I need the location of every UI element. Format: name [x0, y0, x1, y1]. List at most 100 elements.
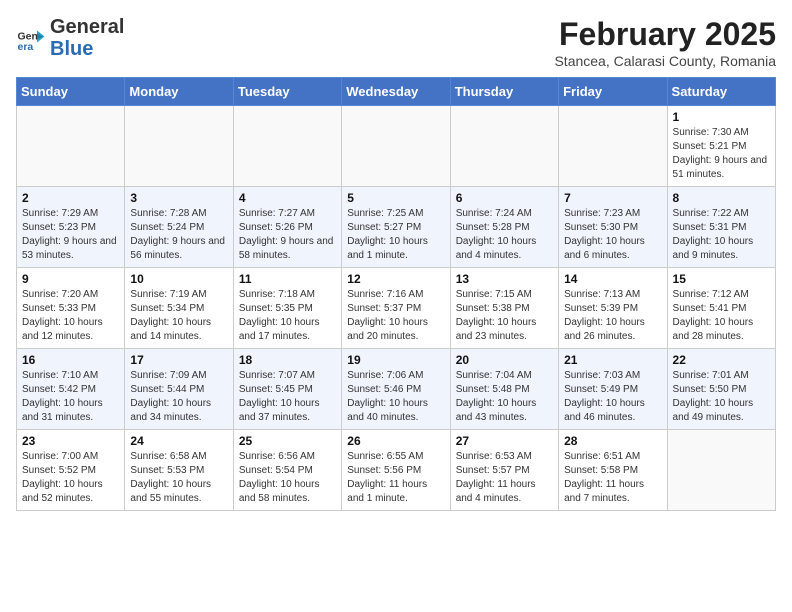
day-number: 9 [22, 272, 119, 286]
day-info: Sunrise: 6:53 AM Sunset: 5:57 PM Dayligh… [456, 450, 553, 506]
day-number: 8 [673, 191, 770, 205]
calendar-cell: 15 Sunrise: 7:12 AM Sunset: 5:41 PM Dayli… [667, 268, 775, 349]
logo-general: General [50, 16, 124, 38]
calendar-cell [17, 106, 125, 187]
weekday-header-monday: Monday [125, 78, 233, 106]
calendar-cell: 19 Sunrise: 7:06 AM Sunset: 5:46 PM Dayli… [342, 349, 450, 430]
day-info: Sunrise: 7:16 AM Sunset: 5:37 PM Dayligh… [347, 288, 444, 344]
weekday-header-tuesday: Tuesday [233, 78, 341, 106]
logo-blue: Blue [50, 38, 124, 60]
day-number: 24 [130, 434, 227, 448]
location: Stancea, Calarasi County, Romania [554, 53, 776, 69]
calendar-cell: 28 Sunrise: 6:51 AM Sunset: 5:58 PM Dayli… [559, 430, 667, 511]
day-number: 26 [347, 434, 444, 448]
day-number: 14 [564, 272, 661, 286]
day-number: 2 [22, 191, 119, 205]
calendar-cell: 25 Sunrise: 6:56 AM Sunset: 5:54 PM Dayli… [233, 430, 341, 511]
day-info: Sunrise: 7:25 AM Sunset: 5:27 PM Dayligh… [347, 207, 444, 263]
day-info: Sunrise: 7:10 AM Sunset: 5:42 PM Dayligh… [22, 369, 119, 425]
calendar-cell: 21Sunrise: 7:03 AM Sunset: 5:49 PM Dayli… [559, 349, 667, 430]
calendar-cell: 8 Sunrise: 7:22 AM Sunset: 5:31 PM Daylig… [667, 187, 775, 268]
logo-icon: Gen era [16, 23, 46, 53]
day-info: Sunrise: 7:00 AM Sunset: 5:52 PM Dayligh… [22, 450, 119, 506]
calendar-cell: 23 Sunrise: 7:00 AM Sunset: 5:52 PM Dayli… [17, 430, 125, 511]
calendar-cell: 17 Sunrise: 7:09 AM Sunset: 5:44 PM Dayli… [125, 349, 233, 430]
calendar-cell [559, 106, 667, 187]
calendar-cell: 10Sunrise: 7:19 AM Sunset: 5:34 PM Dayli… [125, 268, 233, 349]
calendar-week-row: 16 Sunrise: 7:10 AM Sunset: 5:42 PM Dayli… [17, 349, 776, 430]
calendar-week-row: 9 Sunrise: 7:20 AM Sunset: 5:33 PM Daylig… [17, 268, 776, 349]
weekday-header-sunday: Sunday [17, 78, 125, 106]
month-year: February 2025 [554, 16, 776, 53]
weekday-header-friday: Friday [559, 78, 667, 106]
day-number: 7 [564, 191, 661, 205]
day-number: 4 [239, 191, 336, 205]
day-info: Sunrise: 7:23 AM Sunset: 5:30 PM Dayligh… [564, 207, 661, 263]
calendar-cell: 13 Sunrise: 7:15 AM Sunset: 5:38 PM Dayli… [450, 268, 558, 349]
calendar-cell: 12 Sunrise: 7:16 AM Sunset: 5:37 PM Dayli… [342, 268, 450, 349]
calendar-cell: 24 Sunrise: 6:58 AM Sunset: 5:53 PM Dayli… [125, 430, 233, 511]
calendar-cell: 26 Sunrise: 6:55 AM Sunset: 5:56 PM Dayli… [342, 430, 450, 511]
day-number: 28 [564, 434, 661, 448]
svg-text:era: era [18, 41, 34, 53]
logo: Gen era General Blue [16, 16, 124, 60]
day-info: Sunrise: 6:55 AM Sunset: 5:56 PM Dayligh… [347, 450, 444, 506]
calendar-cell: 18 Sunrise: 7:07 AM Sunset: 5:45 PM Dayli… [233, 349, 341, 430]
day-info: Sunrise: 7:07 AM Sunset: 5:45 PM Dayligh… [239, 369, 336, 425]
day-info: Sunrise: 7:04 AM Sunset: 5:48 PM Dayligh… [456, 369, 553, 425]
calendar-body: 1Sunrise: 7:30 AM Sunset: 5:21 PM Daylig… [17, 106, 776, 511]
day-info: Sunrise: 6:56 AM Sunset: 5:54 PM Dayligh… [239, 450, 336, 506]
day-info: Sunrise: 7:22 AM Sunset: 5:31 PM Dayligh… [673, 207, 770, 263]
day-number: 13 [456, 272, 553, 286]
day-info: Sunrise: 7:28 AM Sunset: 5:24 PM Dayligh… [130, 207, 227, 263]
day-info: Sunrise: 7:13 AM Sunset: 5:39 PM Dayligh… [564, 288, 661, 344]
calendar-cell: 14 Sunrise: 7:13 AM Sunset: 5:39 PM Dayli… [559, 268, 667, 349]
day-number: 19 [347, 353, 444, 367]
calendar-cell: 22 Sunrise: 7:01 AM Sunset: 5:50 PM Dayli… [667, 349, 775, 430]
day-number: 6 [456, 191, 553, 205]
day-info: Sunrise: 7:06 AM Sunset: 5:46 PM Dayligh… [347, 369, 444, 425]
calendar-cell [667, 430, 775, 511]
day-number: 25 [239, 434, 336, 448]
day-info: Sunrise: 7:12 AM Sunset: 5:41 PM Dayligh… [673, 288, 770, 344]
calendar-header: SundayMondayTuesdayWednesdayThursdayFrid… [17, 78, 776, 106]
calendar-week-row: 2Sunrise: 7:29 AM Sunset: 5:23 PM Daylig… [17, 187, 776, 268]
day-number: 23 [22, 434, 119, 448]
title-block: February 2025 Stancea, Calarasi County, … [554, 16, 776, 69]
calendar-cell: 6 Sunrise: 7:24 AM Sunset: 5:28 PM Daylig… [450, 187, 558, 268]
calendar-cell [450, 106, 558, 187]
day-info: Sunrise: 7:01 AM Sunset: 5:50 PM Dayligh… [673, 369, 770, 425]
calendar-cell: 7 Sunrise: 7:23 AM Sunset: 5:30 PM Daylig… [559, 187, 667, 268]
day-number: 17 [130, 353, 227, 367]
day-info: Sunrise: 7:09 AM Sunset: 5:44 PM Dayligh… [130, 369, 227, 425]
calendar-week-row: 23 Sunrise: 7:00 AM Sunset: 5:52 PM Dayli… [17, 430, 776, 511]
calendar-cell: 5 Sunrise: 7:25 AM Sunset: 5:27 PM Daylig… [342, 187, 450, 268]
day-info: Sunrise: 7:20 AM Sunset: 5:33 PM Dayligh… [22, 288, 119, 344]
day-info: Sunrise: 6:51 AM Sunset: 5:58 PM Dayligh… [564, 450, 661, 506]
day-number: 12 [347, 272, 444, 286]
calendar-table: SundayMondayTuesdayWednesdayThursdayFrid… [16, 77, 776, 511]
day-number: 21 [564, 353, 661, 367]
logo-text: General Blue [50, 16, 124, 60]
calendar-cell: 20Sunrise: 7:04 AM Sunset: 5:48 PM Dayli… [450, 349, 558, 430]
day-info: Sunrise: 7:19 AM Sunset: 5:34 PM Dayligh… [130, 288, 227, 344]
weekday-header-wednesday: Wednesday [342, 78, 450, 106]
day-info: Sunrise: 7:15 AM Sunset: 5:38 PM Dayligh… [456, 288, 553, 344]
calendar-cell: 4Sunrise: 7:27 AM Sunset: 5:26 PM Daylig… [233, 187, 341, 268]
day-number: 22 [673, 353, 770, 367]
day-number: 11 [239, 272, 336, 286]
weekday-header-thursday: Thursday [450, 78, 558, 106]
calendar-cell: 9 Sunrise: 7:20 AM Sunset: 5:33 PM Daylig… [17, 268, 125, 349]
day-info: Sunrise: 6:58 AM Sunset: 5:53 PM Dayligh… [130, 450, 227, 506]
calendar-week-row: 1Sunrise: 7:30 AM Sunset: 5:21 PM Daylig… [17, 106, 776, 187]
day-number: 1 [673, 110, 770, 124]
day-number: 18 [239, 353, 336, 367]
day-number: 16 [22, 353, 119, 367]
calendar-cell: 11Sunrise: 7:18 AM Sunset: 5:35 PM Dayli… [233, 268, 341, 349]
calendar-cell [125, 106, 233, 187]
calendar-cell: 1Sunrise: 7:30 AM Sunset: 5:21 PM Daylig… [667, 106, 775, 187]
page-header: Gen era General Blue February 2025 Stanc… [16, 16, 776, 69]
day-info: Sunrise: 7:24 AM Sunset: 5:28 PM Dayligh… [456, 207, 553, 263]
day-number: 5 [347, 191, 444, 205]
day-number: 15 [673, 272, 770, 286]
